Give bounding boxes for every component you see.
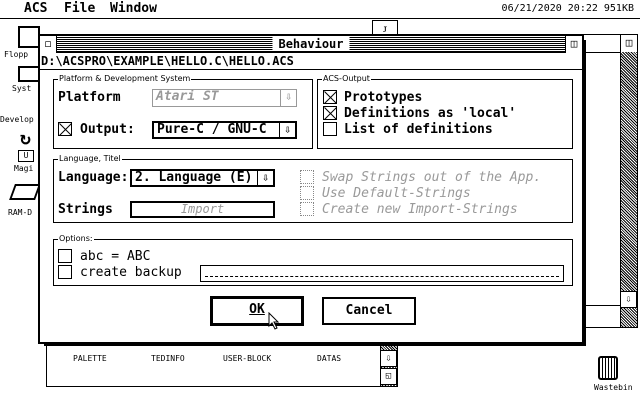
u-icon[interactable]: U [18, 150, 34, 162]
ok-label: OK [249, 302, 265, 317]
platform-group: Platform & Development System Platform A… [53, 74, 313, 149]
output-select[interactable]: Pure-C / GNU-C ⇩ [152, 121, 297, 139]
definitions-local-label: Definitions as 'local' [344, 106, 517, 121]
resize-icon[interactable]: ◱ [380, 368, 397, 385]
language-group-title: Language, Titel [58, 154, 122, 164]
scroll-down-icon[interactable]: ⇩ [380, 350, 397, 367]
trash-icon[interactable] [598, 356, 618, 380]
system-icon[interactable] [18, 66, 40, 82]
chevron-down-icon: ⇩ [280, 90, 296, 106]
mouse-pointer-icon [268, 312, 280, 330]
close-icon[interactable]: ◻ [40, 36, 57, 53]
import-strings-checkbox [300, 202, 314, 216]
ramdisk-icon[interactable] [9, 184, 41, 200]
menu-acs[interactable]: ACS [24, 1, 47, 16]
ok-button[interactable]: OK [210, 296, 304, 326]
backup-input[interactable] [200, 265, 564, 282]
cancel-button[interactable]: Cancel [322, 297, 416, 325]
cancel-label: Cancel [345, 303, 393, 318]
trash-label: Wastebin [594, 383, 633, 392]
develop-label: Develop [0, 115, 34, 124]
backup-label: create backup [80, 265, 182, 280]
default-strings-checkbox [300, 186, 314, 200]
magic-label: Magi [14, 164, 34, 173]
clock-memory-status: 06/21/2020 20:22 951KB [501, 3, 634, 14]
datas-label: DATAS [317, 354, 342, 363]
swap-strings-checkbox [300, 170, 314, 184]
abc-label: abc = ABC [80, 249, 151, 264]
acs-output-title: ACS-Output [322, 74, 371, 84]
language-value: 2. Language (E) [135, 170, 253, 185]
palette-label: PALETTE [73, 354, 107, 363]
bg-window-scrollbar[interactable] [620, 52, 637, 327]
output-value: Pure-C / GNU-C [157, 122, 267, 137]
language-label: Language: [58, 170, 129, 185]
language-group: Language, Titel Language: 2. Language (E… [53, 154, 573, 223]
user-block-label: USER-BLOCK [223, 354, 272, 363]
ramdisk-label: RAM-D [8, 208, 33, 217]
default-strings-label: Use Default-Strings [322, 186, 471, 201]
language-select[interactable]: 2. Language (E) ⇩ [130, 169, 275, 187]
prototypes-checkbox[interactable] [323, 90, 337, 104]
output-checkbox[interactable] [58, 122, 72, 136]
menu-file[interactable]: File [64, 1, 95, 16]
menu-bar: ACS File Window 06/21/2020 20:22 951KB [0, 0, 640, 19]
platform-group-title: Platform & Development System [58, 74, 192, 84]
import-label: Import [180, 202, 225, 216]
output-label: Output: [80, 122, 135, 137]
scroll-down-icon[interactable]: ⇩ [620, 291, 637, 308]
prototypes-label: Prototypes [344, 90, 423, 105]
import-strings-label: Create new Import-Strings [322, 202, 518, 217]
acs-output-group: ACS-Output Prototypes Definitions as 'lo… [317, 74, 573, 149]
dialog-titlebar[interactable]: ◻ ◫ Behaviour [40, 36, 582, 53]
floppy-label: Flopp [4, 50, 29, 59]
menu-window[interactable]: Window [110, 1, 157, 16]
strings-label: Strings [58, 202, 113, 217]
behaviour-dialog: ◻ ◫ Behaviour D:\ACSPRO\EXAMPLE\HELLO.C\… [38, 34, 584, 344]
platform-select: Atari ST ⇩ [152, 89, 297, 107]
system-label: Syst [12, 84, 32, 93]
options-group: Options: abc = ABC create backup [53, 234, 573, 286]
tedinfo-label: TEDINFO [151, 354, 185, 363]
options-group-title: Options: [58, 234, 94, 244]
magic-icon[interactable]: ↻ [20, 130, 31, 148]
platform-value: Atari ST [156, 89, 219, 104]
chevron-down-icon: ⇩ [257, 171, 273, 185]
file-path: D:\ACSPRO\EXAMPLE\HELLO.C\HELLO.ACS [40, 53, 582, 70]
dialog-title: Behaviour [272, 37, 350, 51]
definitions-local-checkbox[interactable] [323, 106, 337, 120]
list-definitions-label: List of definitions [344, 122, 493, 137]
swap-strings-label: Swap Strings out of the App. [322, 170, 542, 185]
window-min-icon[interactable]: ◫ [565, 36, 582, 53]
bottom-background-window: ⇩ ◱ PALETTE TEDINFO USER-BLOCK DATAS [46, 345, 398, 387]
bg-window-close-icon[interactable]: ◫ [620, 35, 637, 52]
floppy-icon[interactable] [18, 26, 40, 48]
abc-checkbox[interactable] [58, 249, 72, 263]
platform-label: Platform [58, 90, 121, 105]
import-button: Import [130, 201, 275, 218]
backup-checkbox[interactable] [58, 265, 72, 279]
chevron-down-icon: ⇩ [279, 123, 295, 137]
list-definitions-checkbox[interactable] [323, 122, 337, 136]
